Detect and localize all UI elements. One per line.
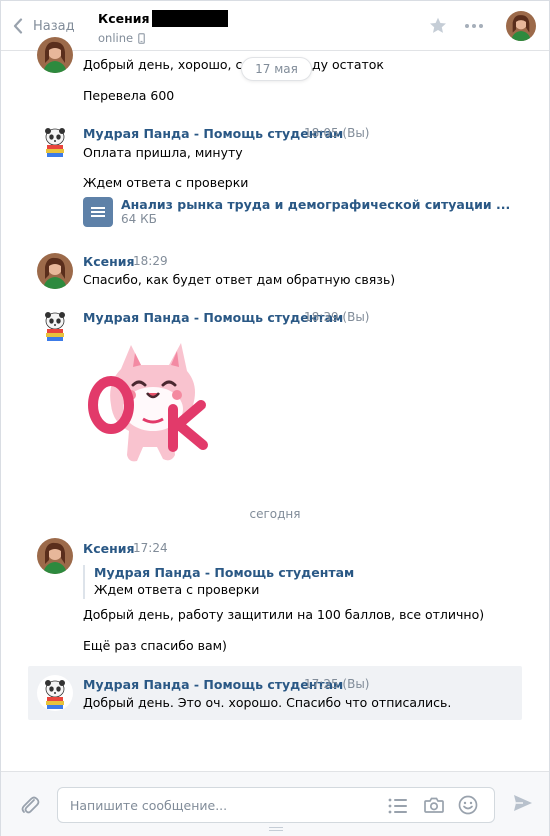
message-input-box[interactable] [57, 787, 495, 823]
message-text: Ждем ответа с проверки [83, 175, 249, 190]
avatar[interactable] [37, 307, 73, 343]
peer-name: Ксения [98, 10, 150, 26]
more-icon[interactable] [464, 17, 484, 35]
message-time: 18:05 (Вы) [304, 126, 370, 140]
back-label: Назад [33, 18, 75, 34]
selected-message[interactable] [28, 666, 522, 720]
message-time: 17:25 (Вы) [304, 677, 370, 691]
avatar[interactable] [37, 538, 73, 574]
avatar[interactable] [37, 675, 73, 711]
forwarded-quote[interactable]: Мудрая Панда - Помощь студентам Ждем отв… [83, 565, 354, 599]
document-size: 64 КБ [121, 212, 157, 226]
quote-author[interactable]: Мудрая Панда - Помощь студентам [94, 565, 354, 580]
list-icon[interactable] [388, 797, 408, 815]
message-input[interactable] [70, 788, 370, 822]
message-time: 18:39 (Вы) [304, 310, 370, 324]
phone-icon [138, 32, 145, 44]
ok-cat-sticker[interactable]: OK [83, 335, 219, 465]
message-time: 18:29 [133, 254, 168, 268]
chat-window: Назад Ксения online Добрый день, хорошо,… [0, 0, 550, 836]
avatar[interactable] [37, 253, 73, 289]
message-author[interactable]: Ксения [83, 254, 135, 269]
send-icon[interactable] [513, 794, 533, 812]
peer-info[interactable]: Ксения online [98, 9, 228, 45]
paperclip-icon[interactable] [19, 794, 41, 816]
resize-handle[interactable] [269, 827, 283, 833]
message-text: Добрый день, хорошо, сей [83, 57, 259, 72]
chat-header: Назад Ксения online [1, 1, 549, 51]
day-separator: сегодня [249, 507, 301, 521]
peer-avatar[interactable] [506, 11, 536, 41]
peer-status: online [98, 31, 228, 45]
avatar[interactable] [37, 37, 73, 73]
message-text: Перевела 600 [83, 88, 175, 103]
star-icon[interactable] [429, 17, 447, 34]
camera-icon[interactable] [424, 796, 444, 814]
message-author[interactable]: Ксения [83, 541, 135, 556]
chevron-left-icon [13, 18, 23, 34]
peer-status-text: online [98, 31, 134, 45]
back-button[interactable]: Назад [13, 15, 75, 37]
avatar[interactable] [37, 123, 73, 159]
smile-icon[interactable] [458, 795, 478, 815]
sticker-caption: OK [83, 335, 102, 338]
message-text: Ещё раз спасибо вам) [83, 638, 227, 653]
message-text: Оплата пришла, минуту [83, 145, 243, 160]
document-icon[interactable] [83, 197, 113, 227]
quote-text: Ждем ответа с проверки [94, 582, 260, 597]
document-title[interactable]: Анализ рынка труда и демографической сит… [121, 197, 510, 212]
date-pill: 17 мая [241, 57, 312, 81]
message-text: Добрый день, работу защитили на 100 балл… [83, 607, 485, 622]
message-text-tail: ду остаток [312, 57, 384, 72]
redaction-bar [151, 9, 228, 27]
message-time: 17:24 [133, 541, 168, 555]
message-text: Добрый день. Это оч. хорошо. Спасибо что… [83, 695, 452, 710]
message-text: Спасибо, как будет ответ дам обратную св… [83, 272, 396, 287]
